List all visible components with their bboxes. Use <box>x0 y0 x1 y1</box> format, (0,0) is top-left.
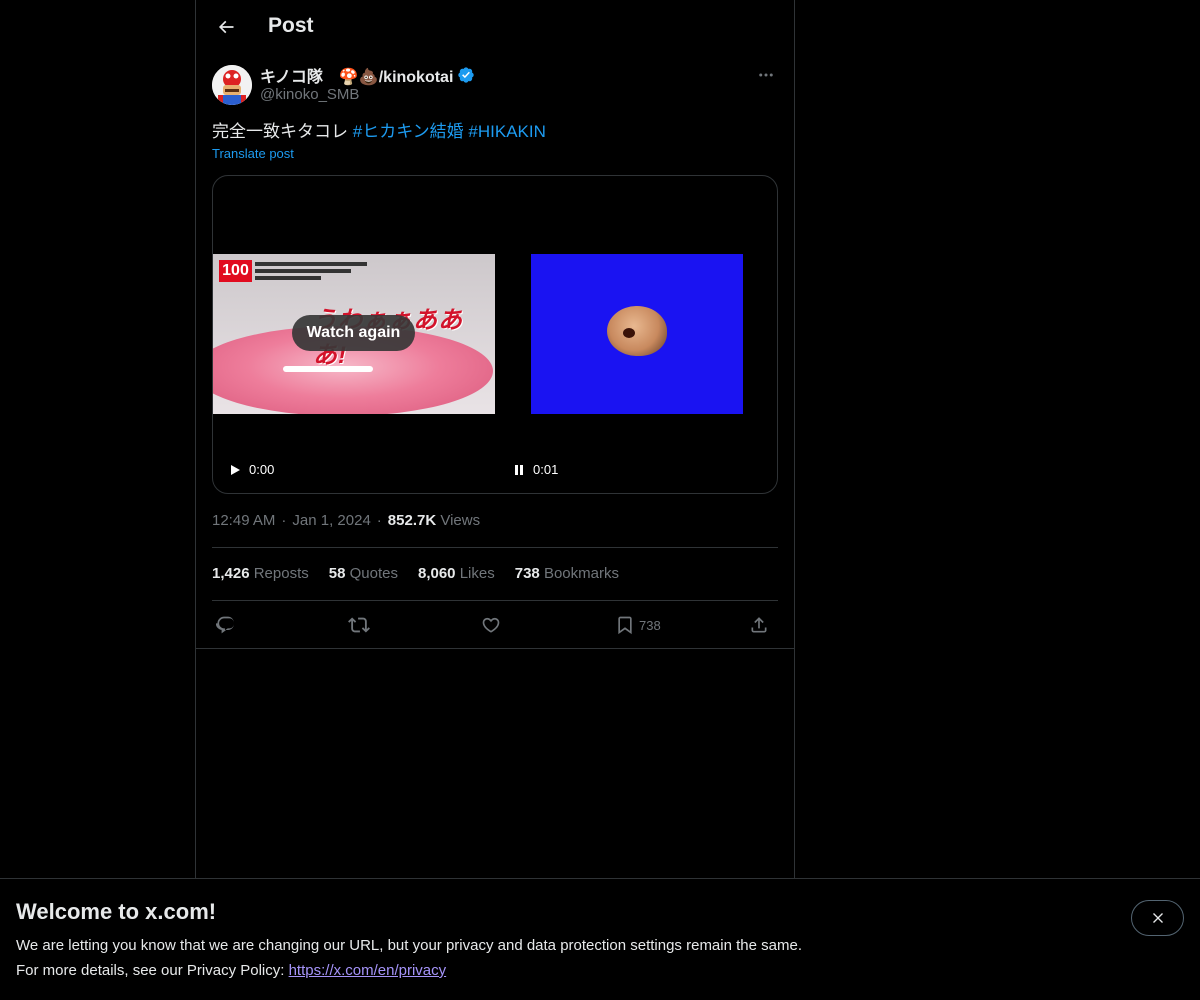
close-banner-button[interactable] <box>1131 900 1184 936</box>
display-name[interactable]: キノコ隊 🍄💩/kinokotai <box>260 63 453 87</box>
bookmark-icon <box>618 616 632 635</box>
translate-post-link[interactable]: Translate post <box>212 146 294 161</box>
video-right[interactable] <box>531 254 743 414</box>
pause-icon <box>515 464 523 475</box>
reply-button[interactable] <box>216 612 236 638</box>
likes-count: 8,060 <box>417 565 456 582</box>
views-label: Views <box>440 512 481 529</box>
caption-line <box>255 269 351 273</box>
divider <box>196 648 794 649</box>
video-time: 0:01 <box>533 462 559 477</box>
bookmark-count: 738 <box>639 617 661 633</box>
video-badge: 100 <box>219 260 252 282</box>
display-name-row[interactable]: キノコ隊 🍄💩/kinokotai <box>260 64 475 86</box>
likes-stat[interactable]: 8,060 Likes <box>418 565 495 582</box>
reposts-stat[interactable]: 1,426 Reposts <box>212 565 309 582</box>
close-icon <box>1152 913 1163 923</box>
video-mouth <box>623 328 635 338</box>
banner-title: Welcome to x.com! <box>16 899 217 924</box>
bookmarks-label: Bookmarks <box>543 565 619 582</box>
reposts-label: Reposts <box>253 565 309 582</box>
video-face <box>607 306 667 356</box>
welcome-banner: Welcome to x.com! We are letting you kno… <box>0 878 1200 1000</box>
verified-badge-icon <box>458 67 475 83</box>
engagement-stats: 1,426 Reposts 58 Quotes 8,060 Likes 738 … <box>212 565 619 582</box>
share-icon <box>751 617 767 633</box>
bookmark-button[interactable]: 738 <box>615 612 661 638</box>
views-count: 852.7K <box>387 512 437 529</box>
caption-line <box>255 276 321 280</box>
avatar[interactable] <box>212 65 252 105</box>
repost-icon <box>348 617 370 633</box>
share-button[interactable] <box>749 612 769 638</box>
tweet-author: キノコ隊 🍄💩/kinokotai @kinoko_SMB <box>212 64 778 108</box>
like-button[interactable] <box>481 612 501 638</box>
page-title: Post <box>268 14 314 37</box>
video-time: 0:00 <box>249 462 275 477</box>
page-header: Post <box>196 0 794 54</box>
tweet-meta: 12:49 AM · Jan 1, 2024 · 852.7K Views <box>212 512 481 529</box>
caption-line <box>255 262 367 266</box>
bookmarks-stat[interactable]: 738 Bookmarks <box>515 565 619 582</box>
watch-again-button[interactable]: Watch again <box>292 315 415 351</box>
like-icon <box>482 617 500 633</box>
play-control[interactable]: 0:00 <box>229 462 274 477</box>
pause-control[interactable]: 0:01 <box>513 462 558 477</box>
action-bar: 738 <box>212 612 778 638</box>
banner-message: We are letting you know that we are chan… <box>16 937 802 954</box>
privacy-policy-link[interactable]: https://x.com/en/privacy <box>289 962 447 979</box>
tweet-body: 完全一致キタコレ <box>212 122 353 141</box>
hashtag-link[interactable]: #HIKAKIN <box>468 122 545 141</box>
back-arrow-icon <box>218 20 234 34</box>
quotes-label: Quotes <box>349 565 398 582</box>
divider <box>212 547 778 548</box>
banner-details-text: For more details, see our Privacy Policy… <box>16 962 289 979</box>
back-button[interactable] <box>208 9 244 45</box>
quotes-count: 58 <box>328 565 346 582</box>
tweet-text: 完全一致キタコレ #ヒカキン結婚 #HIKAKIN <box>212 120 546 144</box>
quotes-stat[interactable]: 58 Quotes <box>329 565 398 582</box>
more-button[interactable] <box>754 64 778 86</box>
post-date[interactable]: Jan 1, 2024 <box>292 512 370 529</box>
author-handle[interactable]: @kinoko_SMB <box>260 86 359 103</box>
more-icon <box>759 73 773 77</box>
media-container: 100 うわぁぁあああ! Watch again 0:00 0:01 <box>212 175 778 494</box>
divider <box>212 600 778 601</box>
bookmarks-count: 738 <box>514 565 540 582</box>
primary-column: Post キノコ隊 🍄💩/kinokotai @kinoko_SMB 完全一致キ… <box>195 0 795 1000</box>
reposts-count: 1,426 <box>212 565 250 582</box>
play-icon <box>231 464 240 475</box>
reply-icon <box>216 616 235 634</box>
likes-label: Likes <box>459 565 495 582</box>
hashtag-link[interactable]: #ヒカキン結婚 <box>353 122 464 141</box>
post-time[interactable]: 12:49 AM <box>212 512 275 529</box>
repost-button[interactable] <box>348 612 370 638</box>
banner-details: For more details, see our Privacy Policy… <box>16 962 446 979</box>
